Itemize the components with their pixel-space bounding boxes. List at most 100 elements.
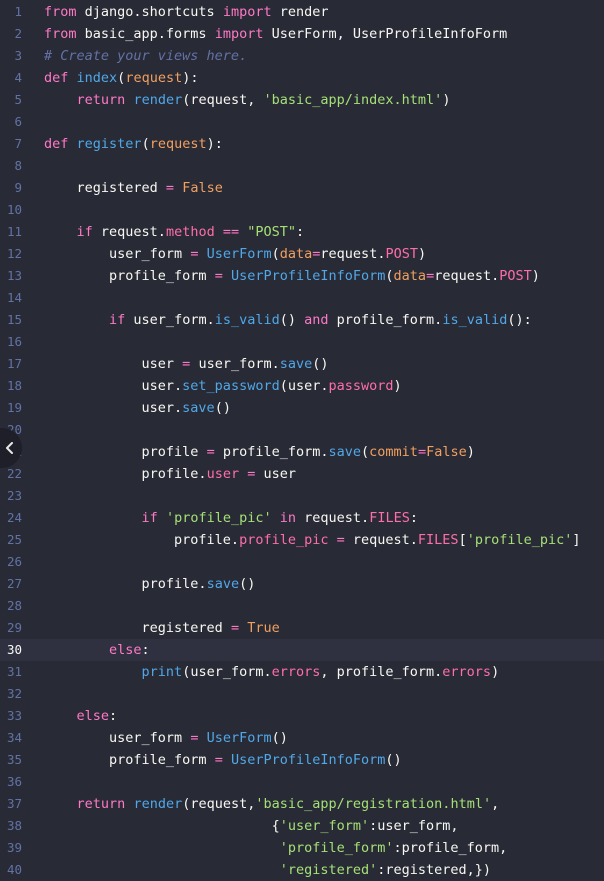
code-line[interactable]: 40 'registered':registered,}): [0, 859, 604, 881]
code-line[interactable]: 16: [0, 331, 604, 353]
line-number: 31: [6, 664, 22, 679]
line-code: profile_form = UserProfileInfoForm(): [44, 749, 402, 771]
code-line[interactable]: 25 profile.profile_pic = request.FILES['…: [0, 529, 604, 551]
code-line[interactable]: 22 profile.user = user: [0, 463, 604, 485]
code-token: ): [466, 444, 475, 460]
code-line[interactable]: 36: [0, 771, 604, 793]
code-token: def: [44, 70, 69, 86]
code-line[interactable]: 35 profile_form = UserProfileInfoForm(): [0, 749, 604, 771]
line-code: 'registered':registered,}): [44, 859, 491, 881]
code-line[interactable]: 13 profile_form = UserProfileInfoForm(da…: [0, 265, 604, 287]
code-line[interactable]: 21 profile = profile_form.save(commit=Fa…: [0, 441, 604, 463]
code-line[interactable]: 7 def register(request):: [0, 133, 604, 155]
code-token: "POST": [247, 224, 297, 240]
code-token: request: [149, 136, 207, 152]
code-line[interactable]: 12 user_form = UserForm(data=request.POS…: [0, 243, 604, 265]
code-token: profile_pic: [239, 532, 329, 548]
code-line[interactable]: 18 user.set_password(user.password): [0, 375, 604, 397]
code-line[interactable]: 30 else:: [0, 639, 604, 661]
code-token: and: [304, 312, 329, 328]
code-line[interactable]: 9 registered = False: [0, 177, 604, 199]
line-number: 3: [14, 48, 22, 63]
code-token: (): [385, 752, 402, 768]
line-code: {'user_form':user_form,: [44, 815, 459, 837]
code-token: UserForm: [206, 246, 272, 262]
line-code: profile.save(): [44, 573, 256, 595]
code-line[interactable]: 27 profile.save(): [0, 573, 604, 595]
code-line[interactable]: 32: [0, 683, 604, 705]
line-code: user.save(): [44, 397, 231, 419]
code-line[interactable]: 38 {'user_form':user_form,: [0, 815, 604, 837]
code-line[interactable]: 3 # Create your views here.: [0, 45, 604, 67]
code-line[interactable]: 8: [0, 155, 604, 177]
code-token: user_form: [44, 730, 191, 746]
line-number: 4: [14, 70, 22, 85]
code-token: user: [255, 466, 296, 482]
code-line[interactable]: 11 if request.method == "POST":: [0, 221, 604, 243]
code-token: ]: [572, 532, 581, 548]
code-line[interactable]: 4 def index(request):: [0, 67, 604, 89]
code-token: profile_form: [44, 752, 215, 768]
code-token: save: [328, 444, 362, 460]
code-token: :: [409, 510, 418, 526]
line-number: 23: [6, 488, 22, 503]
code-line[interactable]: 5 return render(request, 'basic_app/inde…: [0, 89, 604, 111]
code-token: (user.: [279, 378, 329, 394]
code-token: [: [458, 532, 467, 548]
code-line[interactable]: 39 'profile_form':profile_form,: [0, 837, 604, 859]
code-token: (request,: [182, 796, 256, 812]
code-line[interactable]: 26: [0, 551, 604, 573]
code-editor[interactable]: 1 from django.shortcuts import render 2 fro…: [0, 0, 604, 881]
code-token: (: [361, 444, 370, 460]
code-line[interactable]: 23: [0, 485, 604, 507]
code-token: request.: [296, 510, 370, 526]
code-token: user.: [44, 400, 183, 416]
line-number: 30: [6, 642, 22, 657]
code-line[interactable]: 37 return render(request,'basic_app/regi…: [0, 793, 604, 815]
code-token: 'profile_form': [279, 840, 394, 856]
code-token: (): [239, 576, 256, 592]
code-token: return: [76, 796, 126, 812]
code-token: POST: [385, 246, 418, 262]
code-line[interactable]: 29 registered = True: [0, 617, 604, 639]
code-token: UserProfileInfoForm: [230, 752, 386, 768]
line-number: 35: [6, 752, 22, 767]
code-token: request: [125, 70, 183, 86]
code-token: , profile_form.: [320, 664, 443, 680]
code-line[interactable]: 6: [0, 111, 604, 133]
code-token: def: [44, 136, 69, 152]
code-token: (: [385, 268, 394, 284]
code-token: import: [214, 26, 264, 42]
code-token: =: [230, 620, 240, 636]
code-line[interactable]: 24 if 'profile_pic' in request.FILES:: [0, 507, 604, 529]
code-line[interactable]: 20: [0, 419, 604, 441]
line-number: 11: [6, 224, 22, 239]
code-token: user.: [44, 378, 183, 394]
code-line[interactable]: 28: [0, 595, 604, 617]
code-token: =: [336, 532, 345, 548]
code-token: request.: [320, 246, 386, 262]
code-line[interactable]: 1 from django.shortcuts import render: [0, 1, 604, 23]
code-token: set_password: [182, 378, 280, 394]
code-token: else: [76, 708, 110, 724]
code-line[interactable]: 14: [0, 287, 604, 309]
code-token: ):: [206, 136, 223, 152]
code-line[interactable]: 15 if user_form.is_valid() and profile_f…: [0, 309, 604, 331]
code-line[interactable]: 2 from basic_app.forms import UserForm, U…: [0, 23, 604, 45]
line-number: 7: [14, 136, 22, 151]
code-line[interactable]: 34 user_form = UserForm(): [0, 727, 604, 749]
code-token: profile.: [44, 576, 207, 592]
code-line[interactable]: 31 print(user_form.errors, profile_form.…: [0, 661, 604, 683]
code-line[interactable]: 19 user.save(): [0, 397, 604, 419]
code-line[interactable]: 17 user = user_form.save(): [0, 353, 604, 375]
code-line[interactable]: 33 else:: [0, 705, 604, 727]
code-line[interactable]: 10: [0, 199, 604, 221]
line-number: 19: [6, 400, 22, 415]
